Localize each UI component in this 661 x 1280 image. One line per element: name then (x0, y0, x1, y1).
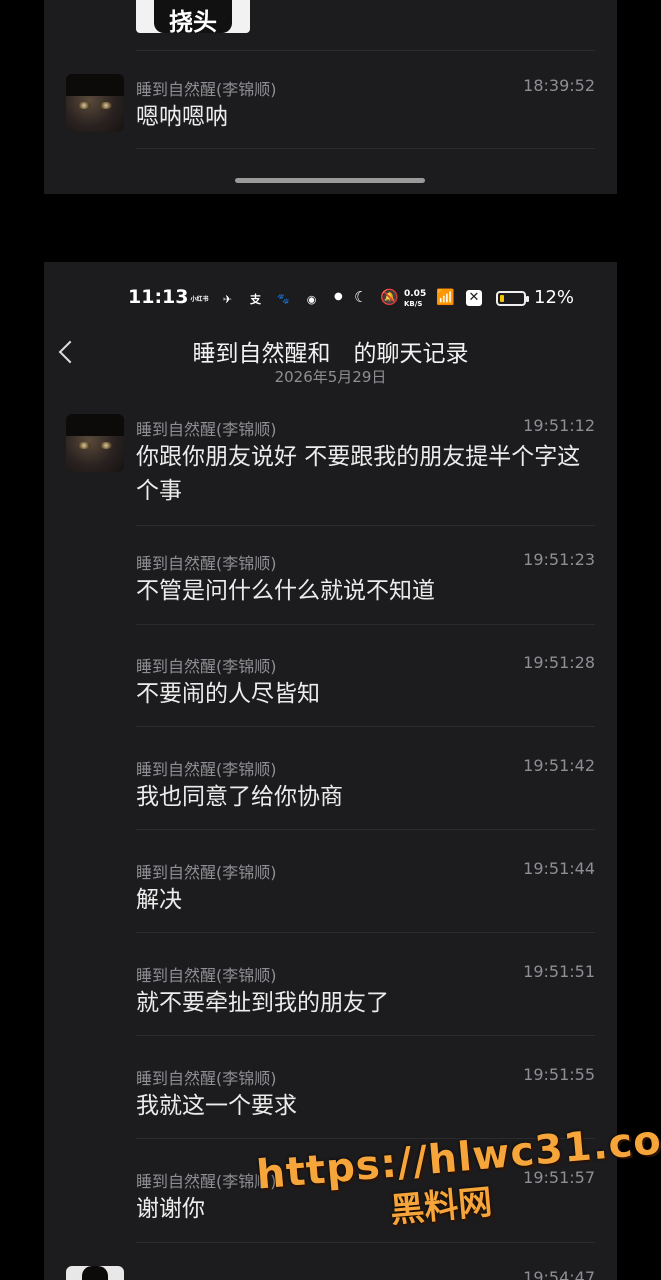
message-text: 我就这一个要求 (136, 1093, 297, 1119)
message-text: 不管是问什么什么就说不知道 (136, 578, 435, 604)
battery-percent: 12% (534, 287, 575, 308)
message-time: 19:51:23 (523, 550, 595, 569)
divider (136, 525, 595, 526)
message-time: 19:51:42 (523, 756, 595, 775)
sticker-image: 挠头 (136, 0, 250, 33)
sender-name: 睡到自然醒(李锦顺) (136, 966, 277, 985)
divider (136, 1035, 595, 1036)
message-time: 19:51:44 (523, 859, 595, 878)
telegram-icon: ✈ (222, 293, 233, 306)
baidu-icon: 🐾 (277, 294, 290, 305)
sender-name: 睡到自然醒(李锦顺) (136, 554, 277, 573)
message-text: 不要闹的人尽皆知 (136, 681, 320, 707)
message-time: 19:51:51 (523, 962, 595, 981)
divider (136, 726, 595, 727)
sender-name: 睡到自然醒(李锦顺) (136, 863, 277, 882)
network-speed: 0.05 KB/S (404, 289, 427, 308)
sender-name: 睡到自然醒(李锦顺) (136, 760, 277, 779)
message-time: 19:54:47 (523, 1268, 595, 1280)
message-time: 19:51:55 (523, 1065, 595, 1084)
message-text: 就不要牵扯到我的朋友了 (136, 990, 389, 1016)
sticker-text: 挠头 (169, 8, 217, 33)
divider (136, 829, 595, 830)
wifi-icon: 📶 (436, 288, 455, 306)
avatar[interactable] (66, 414, 124, 472)
sender-name: 睡到自然醒(李锦顺) (136, 657, 277, 676)
dot-icon: ● (334, 291, 343, 302)
status-bar: 11:13 小红书 ✈ 支 🐾 ◉ ● ☾ 🔕 0.05 KB/S 📶 ✕ 12% (44, 286, 617, 316)
app-icon: ◉ (306, 293, 317, 306)
divider (136, 624, 595, 625)
sender-name: 睡到自然醒(李锦顺) (136, 420, 277, 439)
chat-history-card: 11:13 小红书 ✈ 支 🐾 ◉ ● ☾ 🔕 0.05 KB/S 📶 ✕ 12%… (44, 262, 617, 1280)
alipay-icon: 支 (250, 293, 261, 306)
battery-icon (496, 291, 529, 306)
previous-screenshot-card: 挠头 睡到自然醒(李锦顺) 18:39:52 嗯呐嗯呐 (44, 0, 617, 194)
xiaohongshu-icon: 小红书 (190, 296, 209, 303)
divider (136, 1242, 595, 1243)
message-text: 我也同意了给你协商 (136, 784, 343, 810)
message-time: 19:51:28 (523, 653, 595, 672)
mute-bell-icon: 🔕 (380, 288, 399, 306)
message-text: 嗯呐嗯呐 (136, 104, 228, 130)
chat-date: 2026年5月29日 (274, 368, 387, 386)
message-text: 解决 (136, 887, 182, 913)
moon-icon: ☾ (354, 288, 368, 306)
status-time: 11:13 (128, 286, 189, 308)
divider (136, 50, 595, 51)
avatar[interactable] (66, 74, 124, 132)
page-title: 睡到自然醒和 的聊天记录 (192, 341, 469, 367)
message-time: 19:51:12 (523, 416, 595, 435)
avatar[interactable] (66, 1266, 124, 1280)
sender-name: 睡到自然醒(李锦顺) (136, 1069, 277, 1088)
sender-name: 睡到自然醒(李锦顺) (136, 80, 277, 99)
divider (136, 932, 595, 933)
message-time: 18:39:52 (523, 76, 595, 95)
home-indicator[interactable] (235, 178, 425, 183)
sim-off-icon: ✕ (466, 290, 482, 306)
message-text: 你跟你朋友说好 不要跟我的朋友提半个字这个事 (136, 444, 581, 504)
divider (136, 148, 595, 149)
